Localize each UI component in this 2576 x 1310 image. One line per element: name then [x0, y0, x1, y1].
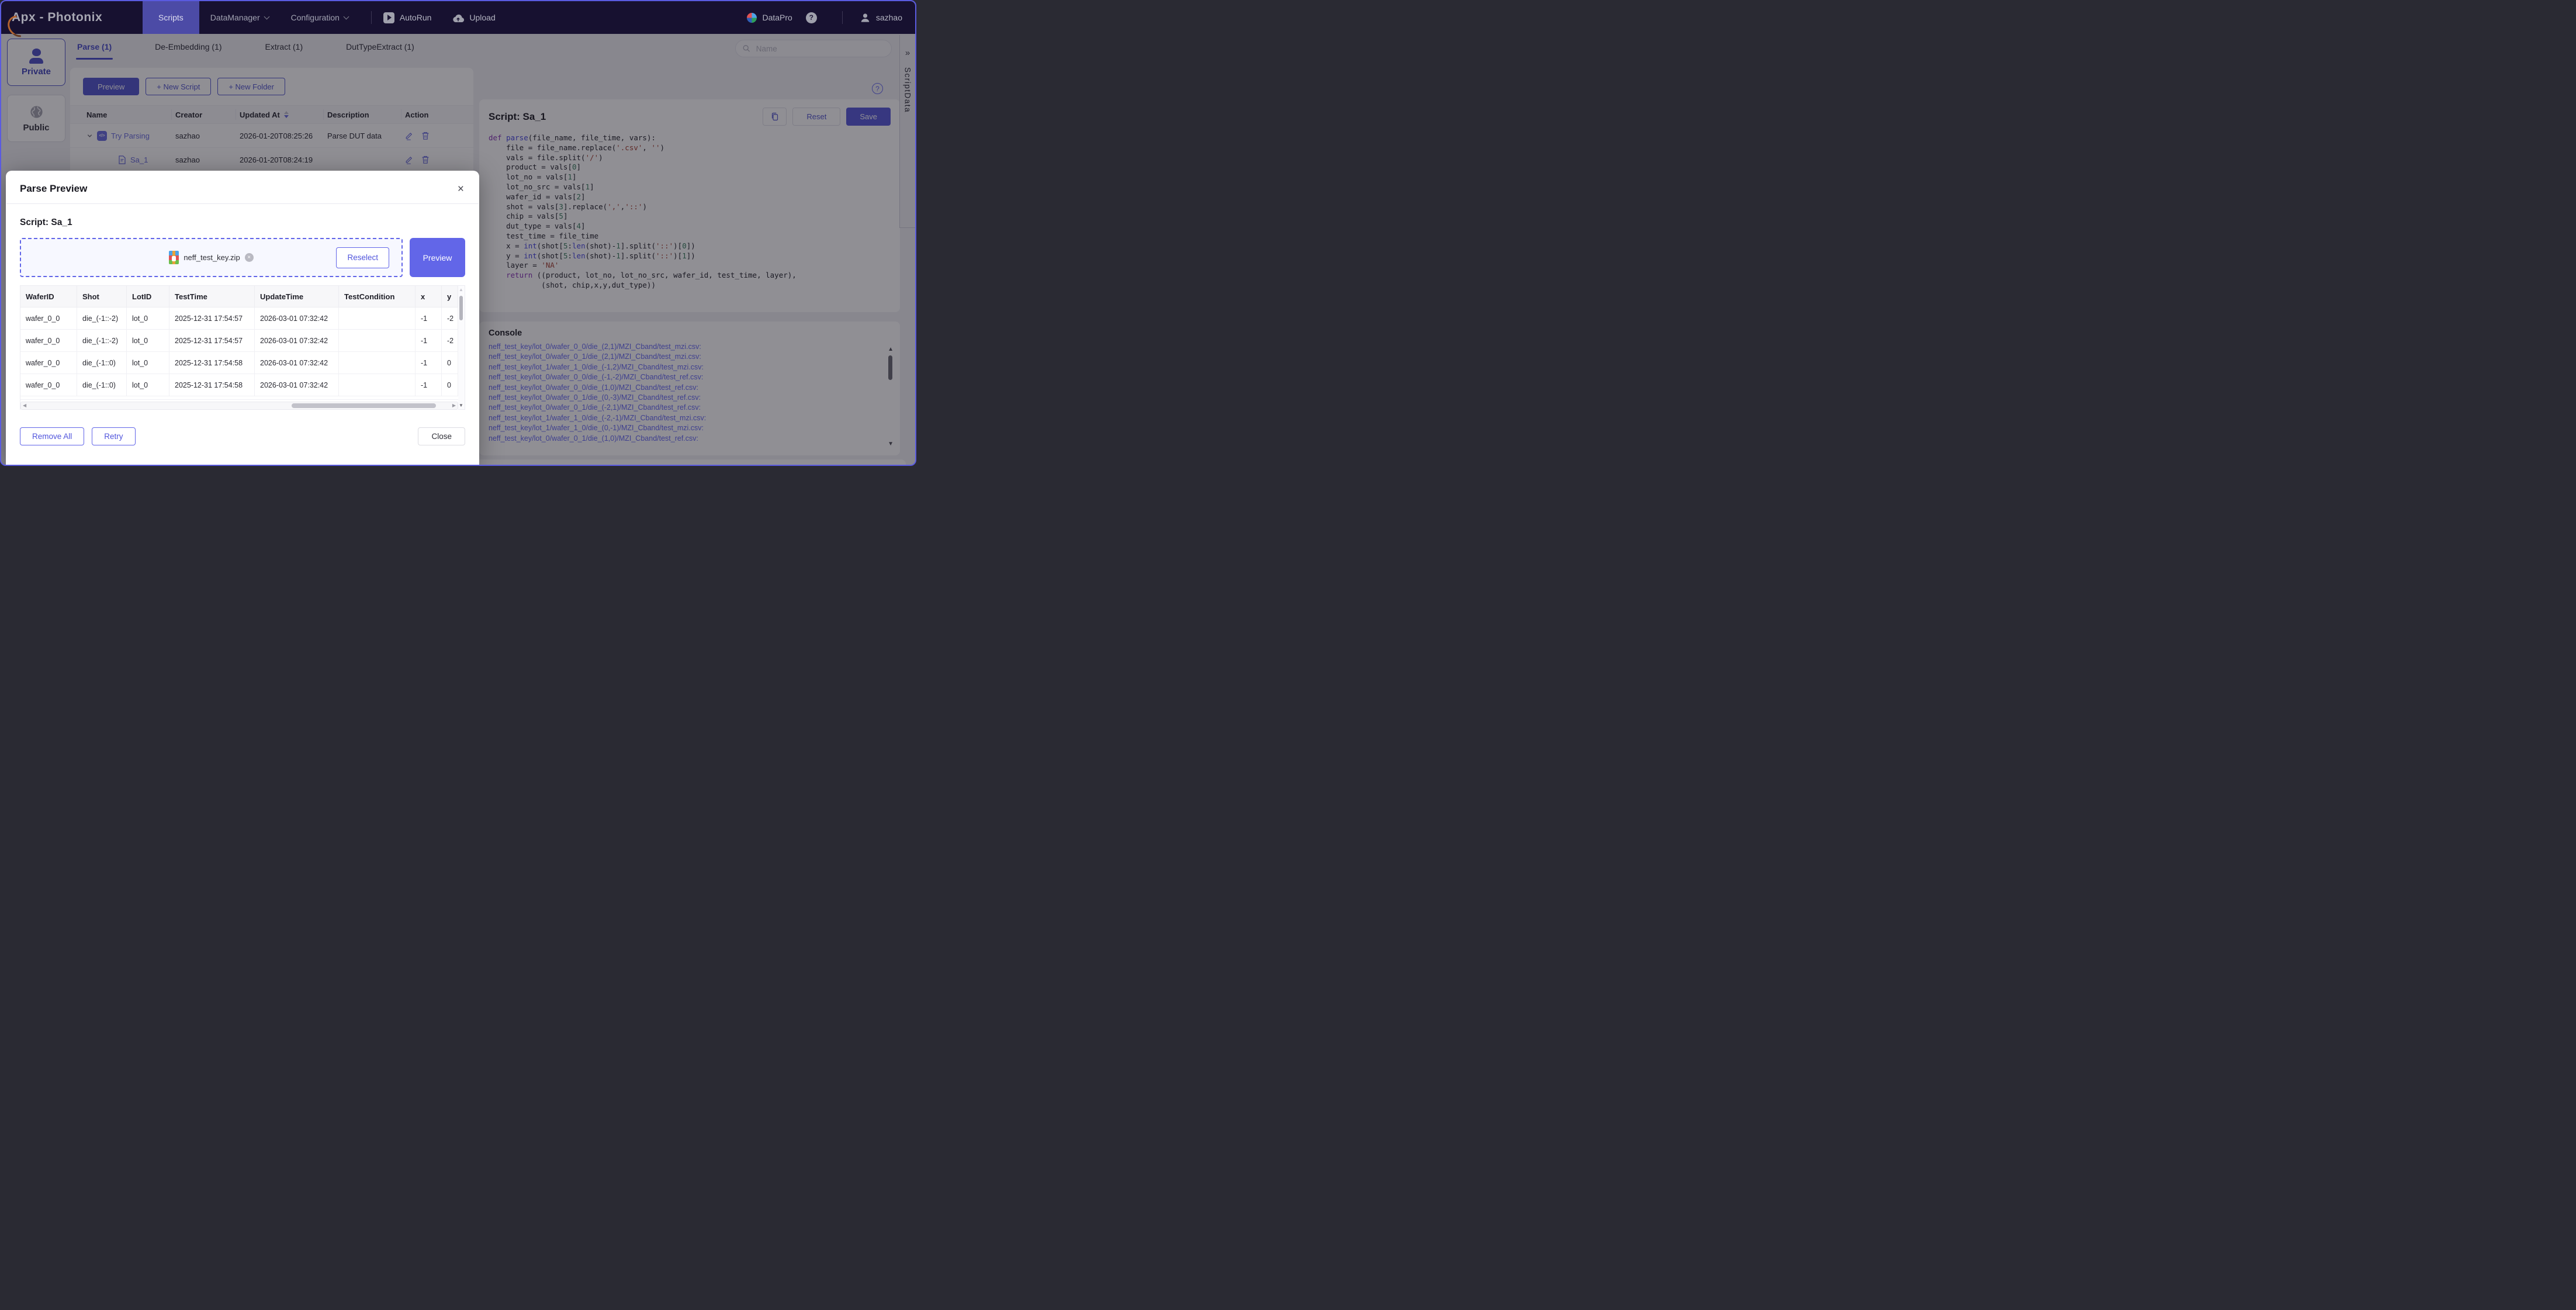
column-header-testcondition: TestCondition	[339, 286, 416, 307]
table-cell: 2025-12-31 17:54:58	[169, 352, 255, 374]
modal-header: Parse Preview ×	[6, 171, 479, 203]
table-cell: 2025-12-31 17:54:57	[169, 307, 255, 329]
table-cell: lot_0	[127, 307, 169, 329]
modal-script-label: Script: Sa_1	[20, 217, 465, 228]
zip-file-icon	[169, 251, 179, 264]
table-cell: die_(-1::0)	[77, 352, 127, 374]
table-row: wafer_0_0die_(-1::0)lot_02025-12-31 17:5…	[20, 352, 458, 374]
nav-right-cluster: DataPro ? sazhao	[747, 11, 915, 24]
nav-action-label: Upload	[469, 13, 495, 22]
table-row: wafer_0_0die_(-1::-2)lot_02025-12-31 17:…	[20, 307, 458, 330]
table-cell: -2	[442, 330, 458, 351]
file-name: neff_test_key.zip	[183, 253, 240, 262]
table-cell: -1	[416, 352, 442, 374]
table-cell: -1	[416, 330, 442, 351]
modal-divider	[6, 203, 479, 204]
table-cell	[339, 374, 416, 396]
table-cell	[339, 330, 416, 351]
table-cell: 0	[442, 374, 458, 396]
table-cell: lot_0	[127, 330, 169, 351]
modal-preview-button[interactable]: Preview	[410, 238, 465, 277]
chevron-down-icon	[343, 13, 349, 19]
column-header-y: y	[442, 286, 458, 307]
nav-menu-label: Configuration	[291, 13, 340, 22]
nav-tab-label: Scripts	[158, 13, 183, 22]
parse-preview-modal: Parse Preview × Script: Sa_1 neff_test_k…	[6, 171, 479, 465]
remove-all-button[interactable]: Remove All	[20, 427, 84, 445]
modal-close-button[interactable]: Close	[418, 427, 465, 445]
nav-action-upload[interactable]: Upload	[452, 13, 495, 23]
table-cell	[339, 307, 416, 329]
table-cell: die_(-1::-2)	[77, 307, 127, 329]
nav-menu-datamanager[interactable]: DataManager	[210, 13, 269, 22]
table-cell: 2026-03-01 07:32:42	[255, 374, 339, 396]
file-chip: neff_test_key.zip ×	[169, 251, 253, 264]
table-cell: wafer_0_0	[20, 374, 77, 396]
modal-title: Parse Preview	[20, 183, 87, 195]
table-cell: die_(-1::-2)	[77, 330, 127, 351]
user-avatar-icon	[860, 12, 871, 23]
column-header-x: x	[416, 286, 442, 307]
table-cell: 2026-03-01 07:32:42	[255, 307, 339, 329]
preview-table-header: WaferIDShotLotIDTestTimeUpdateTimeTestCo…	[20, 285, 458, 307]
modal-footer: Remove All Retry Close	[20, 427, 465, 445]
table-vertical-scrollbar[interactable]: ▲ ▼	[458, 285, 465, 410]
preview-table: WaferIDShotLotIDTestTimeUpdateTimeTestCo…	[20, 285, 465, 410]
scroll-left-icon[interactable]: ◀	[23, 403, 26, 408]
retry-button[interactable]: Retry	[92, 427, 135, 445]
table-cell: lot_0	[127, 374, 169, 396]
column-header-shot: Shot	[77, 286, 127, 307]
play-icon	[383, 12, 394, 23]
upload-cloud-icon	[452, 13, 464, 23]
partial-row	[20, 396, 458, 400]
help-icon[interactable]: ?	[806, 12, 817, 23]
scrollbar-thumb[interactable]	[292, 403, 436, 408]
nav-tab-scripts[interactable]: Scripts	[143, 1, 199, 34]
table-cell: 2025-12-31 17:54:58	[169, 374, 255, 396]
nav-menu-configuration[interactable]: Configuration	[291, 13, 348, 22]
scrollbar-thumb[interactable]	[459, 296, 463, 320]
table-cell: wafer_0_0	[20, 352, 77, 374]
preview-table-grid: WaferIDShotLotIDTestTimeUpdateTimeTestCo…	[20, 285, 458, 410]
table-row: wafer_0_0die_(-1::0)lot_02025-12-31 17:5…	[20, 374, 458, 396]
column-header-waferid: WaferID	[20, 286, 77, 307]
scroll-right-icon[interactable]: ▶	[452, 403, 456, 408]
table-cell: -1	[416, 374, 442, 396]
scroll-down-icon[interactable]: ▼	[459, 403, 463, 408]
nav-action-autorun[interactable]: AutoRun	[383, 12, 431, 23]
table-cell: 2025-12-31 17:54:57	[169, 330, 255, 351]
column-header-lotid: LotID	[127, 286, 169, 307]
table-cell: die_(-1::0)	[77, 374, 127, 396]
close-icon[interactable]: ×	[458, 184, 464, 195]
datapro-label[interactable]: DataPro	[762, 13, 792, 22]
table-cell: wafer_0_0	[20, 330, 77, 351]
upload-row: neff_test_key.zip × Reselect Preview	[20, 238, 465, 277]
nav-divider	[842, 11, 843, 24]
table-cell: 2026-03-01 07:32:42	[255, 352, 339, 374]
datapro-pie-icon	[747, 13, 757, 23]
table-cell: -2	[442, 307, 458, 329]
table-horizontal-scrollbar[interactable]: ◀▶	[20, 402, 458, 410]
table-cell: 0	[442, 352, 458, 374]
remove-file-icon[interactable]: ×	[245, 253, 254, 262]
nav-divider	[371, 11, 372, 24]
top-navbar: Apx - Photonix Scripts DataManager Confi…	[1, 1, 915, 34]
nav-menu-label: DataManager	[210, 13, 260, 22]
app-window: Apx - Photonix Scripts DataManager Confi…	[0, 0, 916, 466]
app-logo: Apx - Photonix	[1, 11, 143, 25]
column-header-testtime: TestTime	[169, 286, 255, 307]
table-row: wafer_0_0die_(-1::-2)lot_02025-12-31 17:…	[20, 330, 458, 352]
table-cell: -1	[416, 307, 442, 329]
column-header-updatetime: UpdateTime	[255, 286, 339, 307]
chevron-down-icon	[264, 13, 269, 19]
file-dropzone[interactable]: neff_test_key.zip × Reselect	[20, 238, 403, 277]
username[interactable]: sazhao	[876, 13, 902, 22]
nav-action-label: AutoRun	[400, 13, 431, 22]
reselect-button[interactable]: Reselect	[336, 247, 389, 268]
table-cell	[339, 352, 416, 374]
scroll-up-icon[interactable]: ▲	[459, 287, 463, 292]
table-cell: lot_0	[127, 352, 169, 374]
table-cell: wafer_0_0	[20, 307, 77, 329]
table-cell: 2026-03-01 07:32:42	[255, 330, 339, 351]
